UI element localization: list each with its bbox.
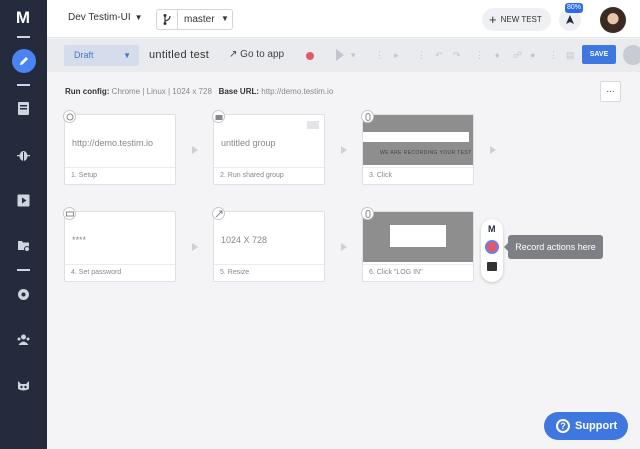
project-selector[interactable]: Dev Testim-UI ▼ [68,12,143,23]
step-text: 1024 X 728 [221,235,268,245]
step-forward-icon[interactable]: ▸ [394,50,399,60]
run-config-value[interactable]: Chrome | Linux | 1024 x 728 [112,87,212,96]
test-name-input[interactable]: untitled test [149,49,209,61]
step-text: http://demo.testim.io [72,138,154,148]
link-icon[interactable]: ☍ [513,50,522,60]
chevron-down-icon: ▼ [221,14,229,23]
branch-name: master [184,14,215,25]
preview-input-bar [363,132,469,142]
mouse-click-icon [361,110,374,123]
step-screenshot-preview [363,212,473,262]
more-options-button[interactable]: ... [600,81,621,102]
step-label: 4. Set password [65,264,175,281]
step-label: 5. Resize [214,264,324,281]
edit-icon[interactable] [12,49,36,73]
step-label: 2. Run shared group [214,167,324,184]
step-arrow-icon [192,243,198,251]
gear-icon[interactable] [623,45,640,65]
folder-icon[interactable] [487,262,497,271]
step-card-setup[interactable]: http://demo.testim.io 1. Setup [64,114,176,185]
base-url-label: Base URL: [218,87,260,96]
branch-selector[interactable]: master ▼ [156,9,233,30]
go-to-app-link[interactable]: ↗ Go to app [229,49,284,60]
play-icon[interactable] [336,49,344,61]
resize-icon [212,207,225,220]
top-bar: Dev Testim-UI ▼ master ▼ + NEW TEST 80% [47,0,640,38]
run-config-line: Run config: Chrome | Linux | 1024 x 728 … [65,87,333,96]
tag-icon[interactable]: ♦ [495,50,500,60]
testim-small-logo[interactable]: M [488,224,496,234]
sidebar-divider [17,36,30,38]
preview-dialog [390,225,446,247]
redo-icon[interactable]: ↷ [453,50,461,60]
incognito-icon[interactable] [16,378,31,393]
git-branch-icon [163,14,171,25]
save-button[interactable]: SAVE [582,45,616,64]
user-avatar[interactable] [600,7,626,33]
step-card-set-password[interactable]: **** 4. Set password [64,211,176,282]
chevron-down-icon: ▼ [123,51,131,60]
tests-list-icon[interactable] [16,101,31,116]
status-dropdown[interactable]: Draft ▼ [64,45,139,66]
chevron-down-icon[interactable]: ▾ [351,50,356,60]
status-label: Draft [74,50,94,60]
step-arrow-icon [490,146,496,154]
go-to-app-label: Go to app [240,49,285,60]
base-url-value[interactable]: http://demo.testim.io [261,87,333,96]
step-label: 3. Click [363,167,473,184]
record-tooltip: Record actions here [504,235,603,259]
settings-gear-icon[interactable] [16,287,31,302]
test-toolbar: Draft ▼ untitled test ↗ Go to app ▾ ⋮ ▸ ⋮… [47,39,640,72]
more-vertical-icon[interactable]: ⋮ [417,50,426,60]
step-card-shared-group[interactable]: untitled group 2. Run shared group [213,114,325,185]
record-panel: M [481,219,503,282]
folder-icon [212,110,225,123]
step-screenshot-preview: WE ARE RECORDING YOUR TEST [363,115,473,165]
record-button[interactable] [485,240,499,254]
sidebar-divider [17,269,30,271]
step-arrow-icon [341,243,347,251]
new-test-button[interactable]: + NEW TEST [482,8,551,31]
step-label: 6. Click "LOG IN" [363,264,473,281]
record-dot-icon[interactable] [306,52,314,60]
project-name: Dev Testim-UI [68,12,131,23]
branch-divider [177,10,178,29]
preview-recording-text: WE ARE RECORDING YOUR TEST [380,150,472,156]
help-icon: ? [556,419,570,433]
team-users-icon[interactable] [16,332,31,347]
undo-icon[interactable]: ↶ [435,50,443,60]
more-vertical-icon[interactable]: ⋮ [375,50,384,60]
step-label: 1. Setup [65,167,175,184]
step-arrow-icon [341,146,347,154]
support-button[interactable]: ? Support [544,412,628,440]
arrow-up-right-icon: ↗ [229,49,238,60]
step-card-click[interactable]: WE ARE RECORDING YOUR TEST 3. Click [362,114,474,185]
chevron-down-icon: ▼ [134,13,143,22]
properties-icon[interactable]: ▤ [566,50,575,60]
sidebar-divider [17,84,30,86]
files-settings-icon[interactable] [16,238,31,253]
plus-icon: + [489,12,497,27]
setup-icon [63,110,76,123]
progress-badge: 80% [565,3,584,13]
step-arrow-icon [192,146,198,154]
runs-play-icon[interactable] [16,193,31,208]
left-sidebar: M [0,0,47,449]
group-users-icon [307,121,319,129]
support-label: Support [575,420,618,432]
run-config-label: Run config: [65,87,110,96]
share-icon[interactable]: ● [530,50,535,60]
keyboard-icon [63,207,76,220]
step-card-resize[interactable]: 1024 X 728 5. Resize [213,211,325,282]
more-vertical-icon[interactable]: ⋮ [475,50,484,60]
step-card-click-login[interactable]: 6. Click "LOG IN" [362,211,474,282]
bug-icon[interactable] [16,148,31,163]
step-text: **** [72,235,87,245]
new-test-label: NEW TEST [500,15,542,24]
more-vertical-icon[interactable]: ⋮ [549,50,558,60]
mouse-click-icon [361,207,374,220]
testim-logo[interactable]: M [11,7,35,29]
